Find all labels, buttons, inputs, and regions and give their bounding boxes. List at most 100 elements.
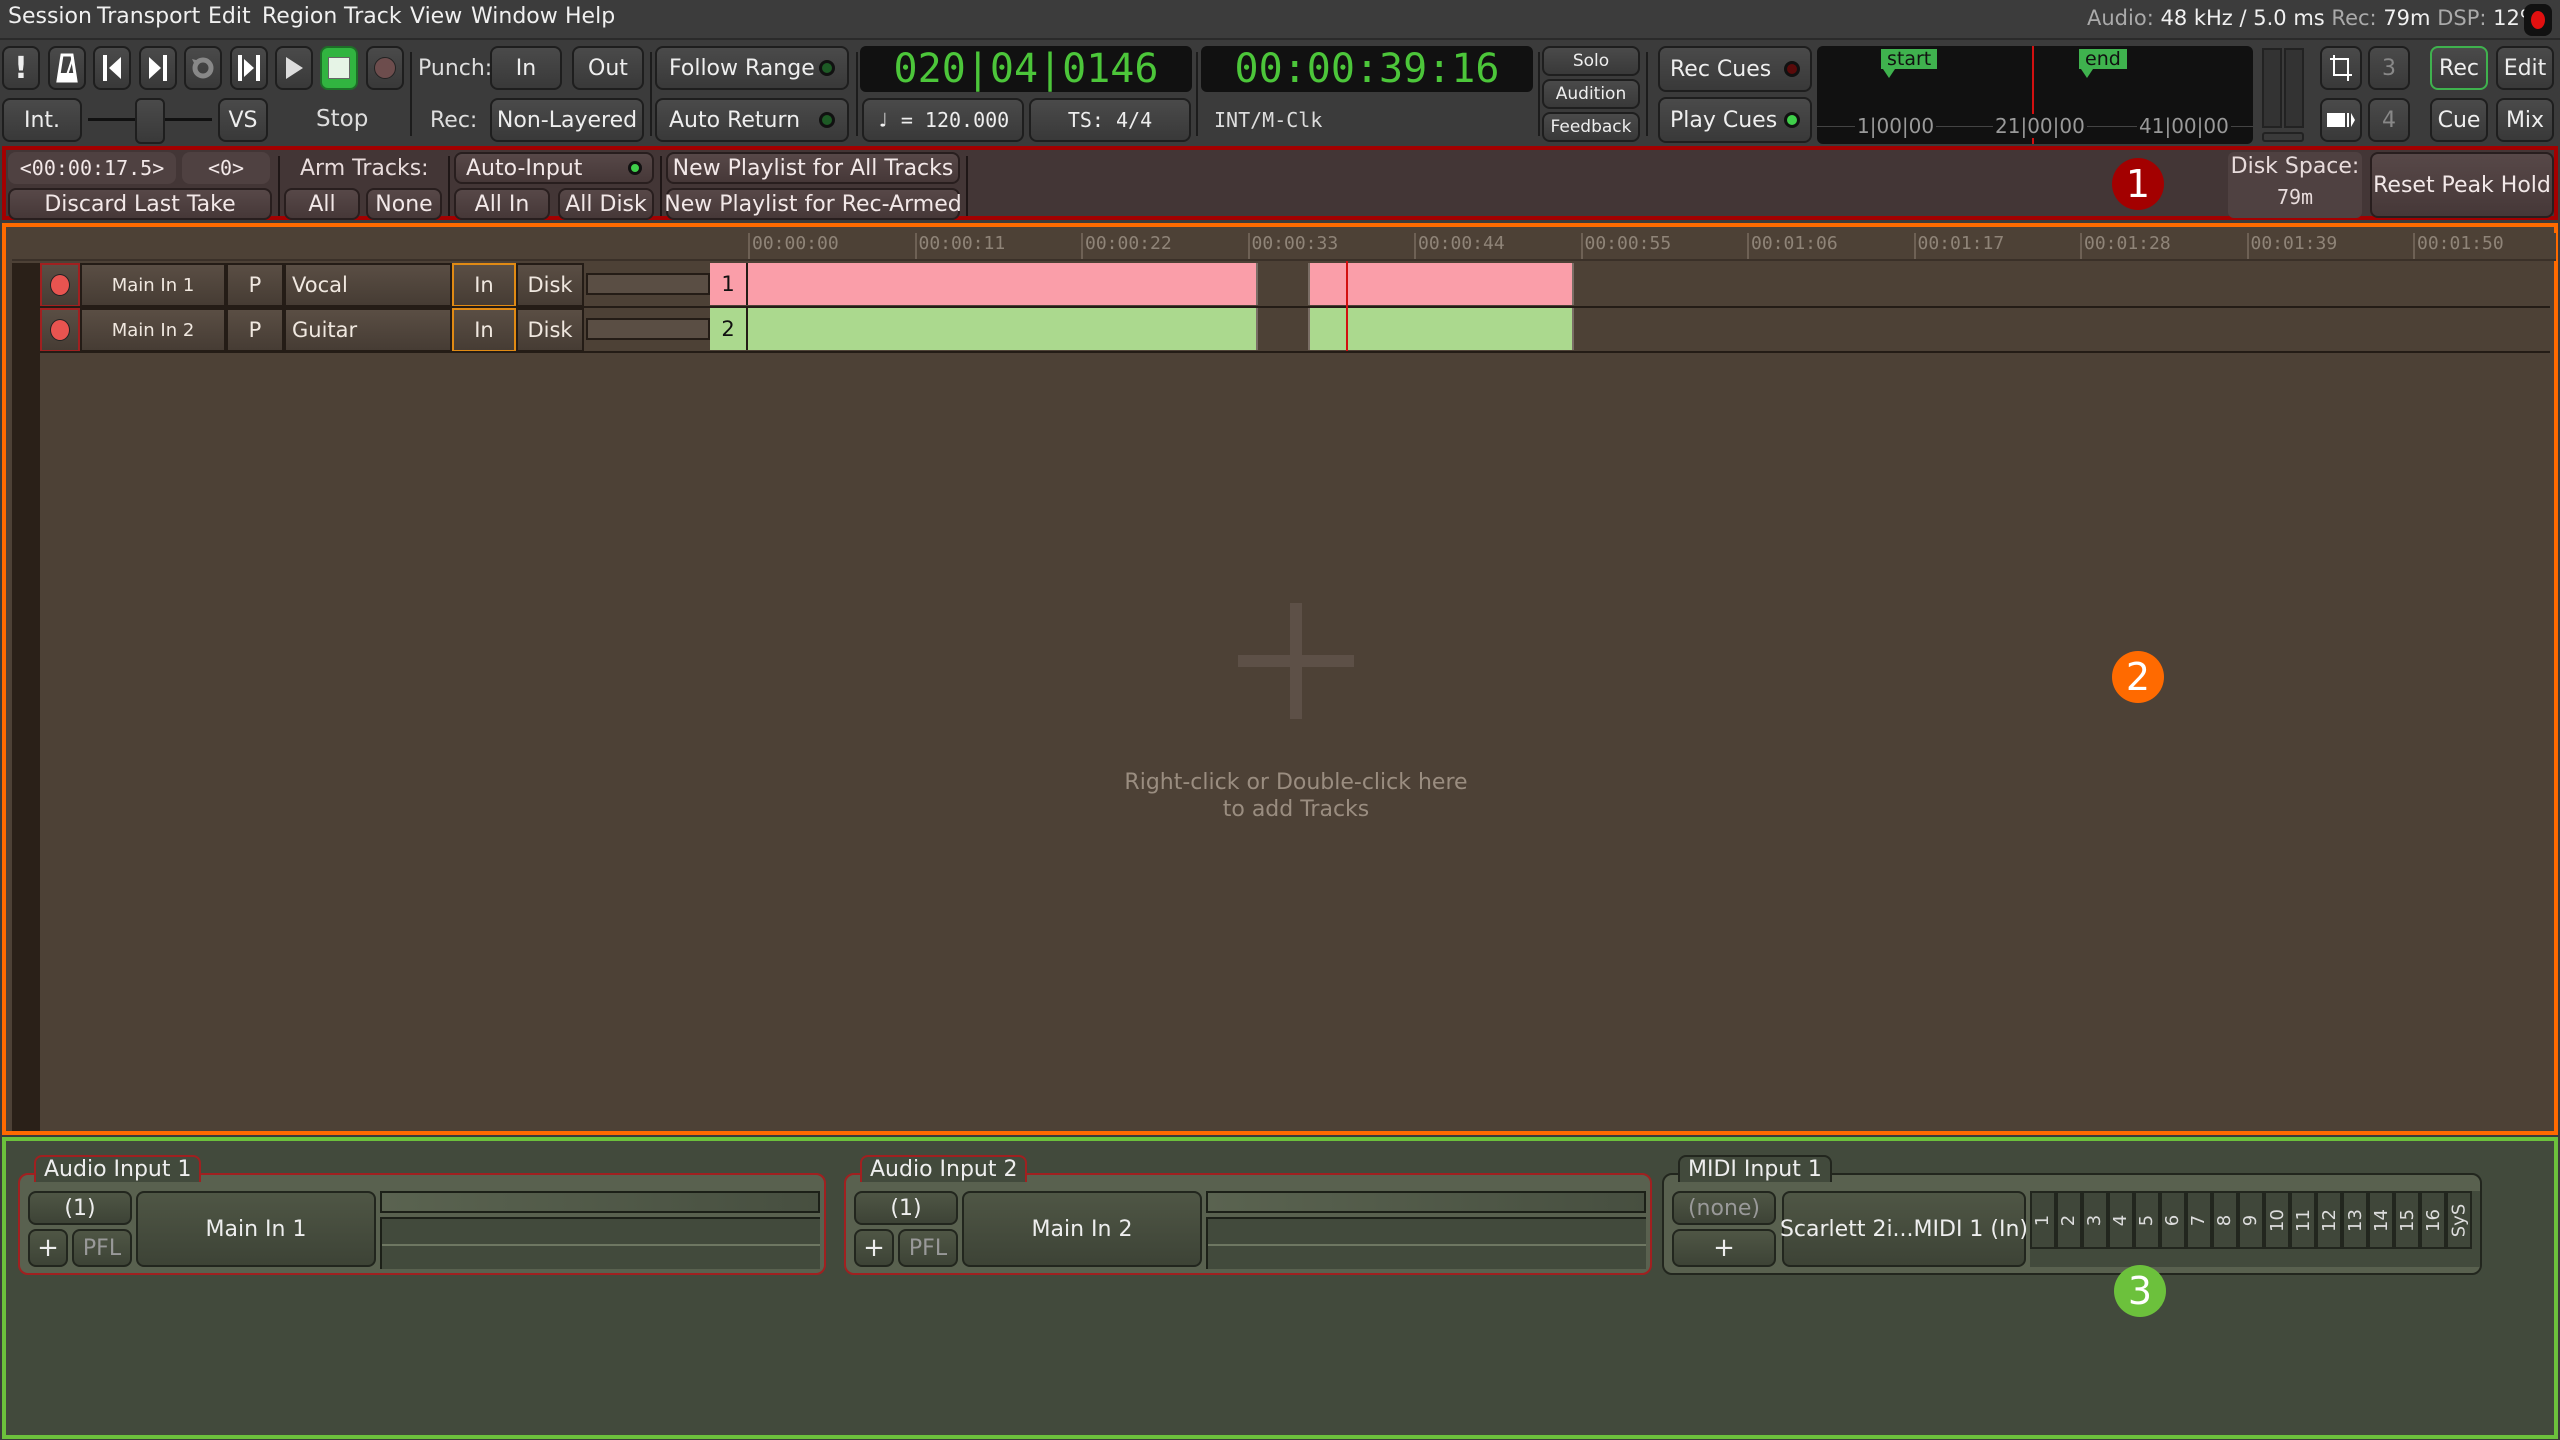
midi-channel-toggle[interactable]: 13: [2342, 1191, 2368, 1249]
track-input-button[interactable]: Main In 2: [80, 308, 226, 352]
tab-rec[interactable]: Rec: [2430, 46, 2488, 90]
midi-channel-toggle[interactable]: SyS: [2446, 1191, 2472, 1249]
midi-channel-toggle[interactable]: 5: [2134, 1191, 2160, 1249]
auto-return-button[interactable]: Auto Return: [655, 98, 849, 142]
monitor-input-button[interactable]: In: [452, 263, 516, 307]
loop-button[interactable]: [184, 46, 222, 90]
menu-window[interactable]: Window: [471, 4, 558, 29]
secondary-clock[interactable]: 00:00:39:16: [1201, 46, 1533, 92]
rec-cues-button[interactable]: Rec Cues: [1658, 46, 1812, 92]
midi-channel-toggle[interactable]: 4: [2108, 1191, 2134, 1249]
solo-button[interactable]: Solo: [1542, 46, 1640, 76]
midi-channel-toggle[interactable]: 11: [2290, 1191, 2316, 1249]
add-tracks-hint[interactable]: Right-click or Double-click here to add …: [1086, 769, 1506, 823]
start-marker[interactable]: start: [1881, 49, 1938, 69]
midi-channel-toggle[interactable]: 2: [2056, 1191, 2082, 1249]
channel-dropdown[interactable]: (1): [854, 1191, 958, 1225]
midi-add-button[interactable]: +: [1672, 1229, 1776, 1267]
recorded-region[interactable]: [748, 263, 1258, 305]
midi-channel-toggle[interactable]: 8: [2212, 1191, 2238, 1249]
add-button[interactable]: +: [854, 1229, 894, 1267]
track-input-button[interactable]: Main In 1: [80, 263, 226, 307]
video-button[interactable]: [2320, 98, 2362, 142]
menu-view[interactable]: View: [410, 4, 462, 29]
menu-session[interactable]: Session: [8, 4, 92, 29]
mini-timeline[interactable]: start end 1|00|00 21|00|00 41|00|00: [1817, 46, 2253, 144]
tracks-area[interactable]: 00:00:00 00:00:11 00:00:22 00:00:33 00:00:44…: [2, 223, 2558, 1135]
end-marker[interactable]: end: [2079, 49, 2127, 69]
midi-channel-dropdown[interactable]: (none): [1672, 1191, 1776, 1225]
menu-region[interactable]: Region: [262, 4, 337, 29]
num-3-button[interactable]: 3: [2368, 46, 2410, 90]
recorded-region[interactable]: [748, 308, 1258, 350]
feedback-button[interactable]: Feedback: [1542, 112, 1640, 142]
track-name[interactable]: Guitar: [284, 308, 452, 352]
metronome-button[interactable]: [48, 46, 86, 90]
new-playlist-all-button[interactable]: New Playlist for All Tracks: [666, 152, 960, 184]
monitor-input-button[interactable]: In: [452, 308, 516, 352]
midi-channel-toggle[interactable]: 9: [2238, 1191, 2264, 1249]
timeline-ruler[interactable]: 00:00:00 00:00:11 00:00:22 00:00:33 00:00:44…: [12, 233, 2556, 261]
auto-input-button[interactable]: Auto-Input: [454, 152, 654, 184]
midi-channel-toggle[interactable]: 16: [2420, 1191, 2446, 1249]
new-playlist-armed-button[interactable]: New Playlist for Rec-Armed: [664, 188, 962, 220]
menu-transport[interactable]: Transport: [97, 4, 200, 29]
menu-track[interactable]: Track: [344, 4, 402, 29]
reset-peak-hold-button[interactable]: Reset Peak Hold: [2370, 152, 2554, 218]
audition-button[interactable]: Audition: [1542, 79, 1640, 109]
menu-help[interactable]: Help: [565, 4, 615, 29]
crop-button[interactable]: [2320, 46, 2362, 90]
discard-last-take-button[interactable]: Discard Last Take: [8, 188, 272, 220]
midi-channel-toggle[interactable]: 12: [2316, 1191, 2342, 1249]
all-disk-button[interactable]: All Disk: [558, 188, 654, 220]
midi-channel-toggle[interactable]: 3: [2082, 1191, 2108, 1249]
shuttle-slider-handle[interactable]: [135, 98, 165, 144]
midi-channel-toggle[interactable]: 14: [2368, 1191, 2394, 1249]
error-indicator[interactable]: [2524, 4, 2552, 36]
add-button[interactable]: +: [28, 1229, 68, 1267]
port-button[interactable]: Main In 2: [962, 1191, 1202, 1267]
play-button[interactable]: [275, 46, 313, 90]
record-button[interactable]: [366, 46, 404, 90]
midi-channel-toggle[interactable]: 1: [2030, 1191, 2056, 1249]
primary-clock[interactable]: 020|04|0146: [860, 46, 1192, 92]
playhead[interactable]: [1346, 261, 1348, 351]
follow-range-button[interactable]: Follow Range: [655, 46, 849, 90]
sync-button[interactable]: Int.: [2, 98, 82, 142]
tab-edit[interactable]: Edit: [2496, 46, 2554, 90]
rec-mode-dropdown[interactable]: Non-Layered: [490, 98, 644, 142]
midi-channel-toggle[interactable]: 15: [2394, 1191, 2420, 1249]
channel-dropdown[interactable]: (1): [28, 1191, 132, 1225]
midi-port-button[interactable]: Scarlett 2i...MIDI 1 (In): [1780, 1191, 2028, 1267]
goto-start-button[interactable]: [93, 46, 131, 90]
panic-button[interactable]: !: [2, 46, 40, 90]
arm-all-button[interactable]: All: [284, 188, 360, 220]
monitor-disk-button[interactable]: Disk: [516, 308, 584, 352]
rec-arm-button[interactable]: [40, 263, 80, 307]
midi-channel-toggle[interactable]: 7: [2186, 1191, 2212, 1249]
rec-arm-button[interactable]: [40, 308, 80, 352]
monitor-disk-button[interactable]: Disk: [516, 263, 584, 307]
playlist-button[interactable]: P: [226, 308, 284, 352]
arm-none-button[interactable]: None: [366, 188, 442, 220]
play-range-button[interactable]: [230, 46, 268, 90]
track-name[interactable]: Vocal: [284, 263, 452, 307]
goto-end-button[interactable]: [139, 46, 177, 90]
midi-channel-toggle[interactable]: 6: [2160, 1191, 2186, 1249]
punch-out-button[interactable]: Out: [572, 46, 644, 90]
xrun-counter[interactable]: <0>: [182, 152, 270, 184]
meter-button[interactable]: TS: 4/4: [1029, 98, 1191, 142]
track-row[interactable]: Main In 2 P Guitar In Disk 2: [40, 308, 2550, 353]
varispeed-button[interactable]: VS: [218, 98, 268, 142]
play-cues-button[interactable]: Play Cues: [1658, 97, 1812, 143]
menu-edit[interactable]: Edit: [208, 4, 251, 29]
tempo-button[interactable]: ♩ = 120.000: [862, 98, 1024, 142]
stop-button[interactable]: [320, 46, 358, 90]
tab-mix[interactable]: Mix: [2496, 98, 2554, 142]
punch-in-button[interactable]: In: [490, 46, 562, 90]
tab-cue[interactable]: Cue: [2430, 98, 2488, 142]
num-4-button[interactable]: 4: [2368, 98, 2410, 142]
playlist-button[interactable]: P: [226, 263, 284, 307]
pfl-button[interactable]: PFL: [72, 1229, 132, 1267]
midi-channel-toggle[interactable]: 10: [2264, 1191, 2290, 1249]
